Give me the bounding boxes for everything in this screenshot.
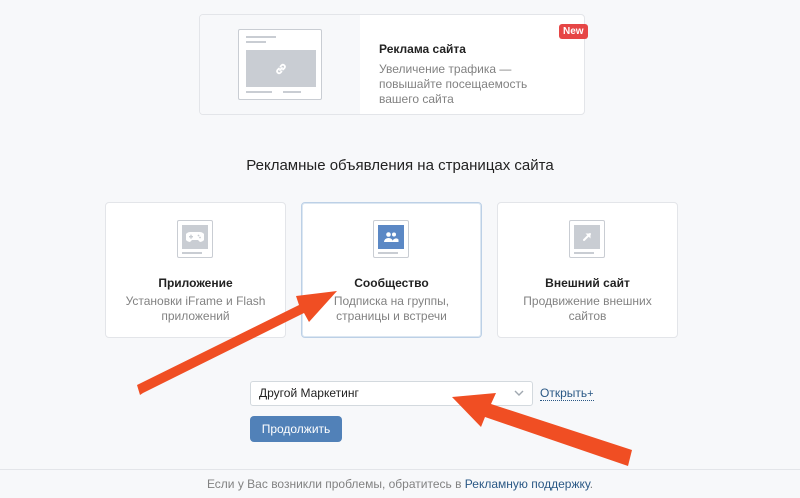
site-ad-card[interactable]: Реклама сайта Увеличение трафика — повыш… [199, 14, 588, 115]
open-community-link[interactable]: Открыть+ [540, 387, 594, 401]
ad-type-title: Сообщество [354, 276, 429, 290]
link-icon [276, 63, 286, 74]
ad-type-title: Внешний сайт [545, 276, 630, 290]
ad-type-title: Приложение [158, 276, 233, 290]
chevron-down-icon [514, 390, 524, 396]
footer-prefix: Если у Вас возникли проблемы, обратитесь… [206, 477, 465, 491]
app-card-icon-frame [177, 220, 213, 258]
external-card-icon-frame [569, 220, 605, 258]
ad-type-app-card[interactable]: Приложение Установки iFrame и Flash прил… [105, 202, 286, 338]
community-select[interactable]: Другой Маркетинг [250, 381, 533, 406]
external-arrow-icon [583, 233, 591, 241]
continue-button[interactable]: Продолжить [250, 416, 342, 442]
ad-type-external-site-card[interactable]: Внешний сайт Продвижение внешних сайтов [497, 202, 678, 338]
site-ad-illustration [200, 15, 360, 114]
community-select-value: Другой Маркетинг [259, 386, 359, 400]
site-ad-title: Реклама сайта [379, 42, 466, 56]
page-mockup [238, 29, 322, 100]
ad-type-description: Установки iFrame и Flash приложений [125, 294, 266, 323]
ad-type-description: Подписка на группы, страницы и встречи [333, 294, 450, 323]
open-link-label: Открыть [540, 386, 588, 400]
ad-type-description: Продвижение внешних сайтов [523, 294, 652, 323]
section-heading: Рекламные объявления на страницах сайта [246, 157, 554, 174]
community-card-icon-frame [373, 220, 409, 258]
gamepad-icon [186, 232, 204, 242]
people-icon [384, 232, 399, 242]
ad-type-community-card[interactable]: Сообщество Подписка на группы, страницы … [301, 202, 482, 338]
open-link-plus: + [587, 388, 594, 400]
new-badge: New [559, 24, 588, 39]
support-link[interactable]: Рекламную поддержку [465, 477, 590, 491]
site-ad-description: Увеличение трафика — повышайте посещаемо… [379, 62, 528, 106]
footer-help-text: Если у Вас возникли проблемы, обратитесь… [0, 477, 800, 491]
footer-suffix: . [589, 477, 594, 491]
footer-divider [0, 469, 800, 470]
